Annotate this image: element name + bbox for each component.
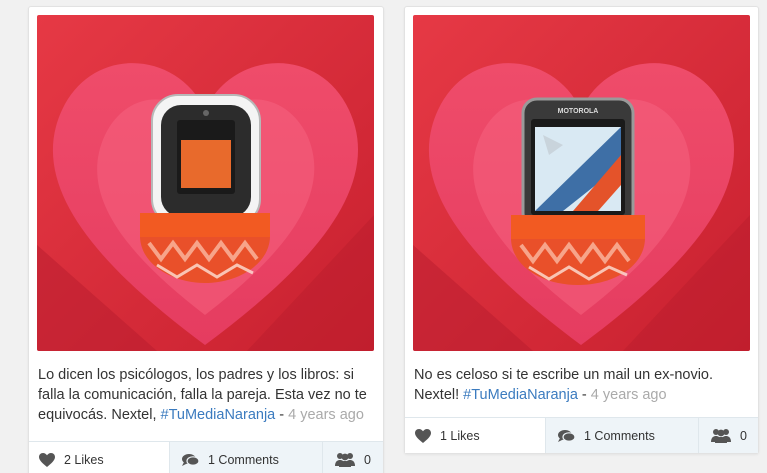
comments-count: 1 Comments: [208, 452, 279, 467]
like-button[interactable]: 1 Likes: [405, 418, 545, 453]
heart-icon: [415, 428, 431, 443]
group-icon: [711, 429, 731, 443]
groups-button[interactable]: 0: [698, 418, 758, 453]
post-time[interactable]: 4 years ago: [591, 387, 667, 403]
comments-button[interactable]: 1 Comments: [169, 442, 322, 473]
phone-brand: MOTOROLA: [558, 108, 599, 115]
groups-button[interactable]: 0: [322, 442, 383, 473]
likes-count: 1 Likes: [440, 428, 480, 443]
post-image[interactable]: MOTOROLA: [413, 15, 750, 351]
post-card: Lo dicen los psicólogos, los padres y lo…: [28, 6, 384, 473]
likes-count: 2 Likes: [64, 452, 104, 467]
hashtag-link[interactable]: #TuMediaNaranja: [161, 407, 276, 423]
like-button[interactable]: 2 Likes: [29, 442, 169, 473]
comments-count: 1 Comments: [584, 428, 655, 443]
post-caption: No es celoso si te escribe un mail un ex…: [414, 365, 744, 405]
post-footer: 1 Likes 1 Comments 0: [405, 417, 758, 453]
post-image[interactable]: [37, 15, 374, 351]
post-caption: Lo dicen los psicólogos, los padres y lo…: [38, 365, 369, 425]
caption-separator: -: [275, 407, 289, 423]
comment-icon: [558, 429, 575, 442]
groups-count: 0: [364, 452, 371, 467]
group-icon: [335, 453, 355, 467]
post-footer: 2 Likes 1 Comments 0: [29, 441, 383, 473]
heart-icon: [39, 452, 55, 467]
post-time[interactable]: 4 years ago: [288, 407, 364, 423]
post-card: MOTOROLA No es celoso si te escribe un m…: [404, 6, 759, 454]
groups-count: 0: [740, 428, 747, 443]
comments-button[interactable]: 1 Comments: [545, 418, 698, 453]
comment-icon: [182, 453, 199, 466]
caption-separator: -: [577, 387, 591, 403]
hashtag-link[interactable]: #TuMediaNaranja: [463, 387, 578, 403]
